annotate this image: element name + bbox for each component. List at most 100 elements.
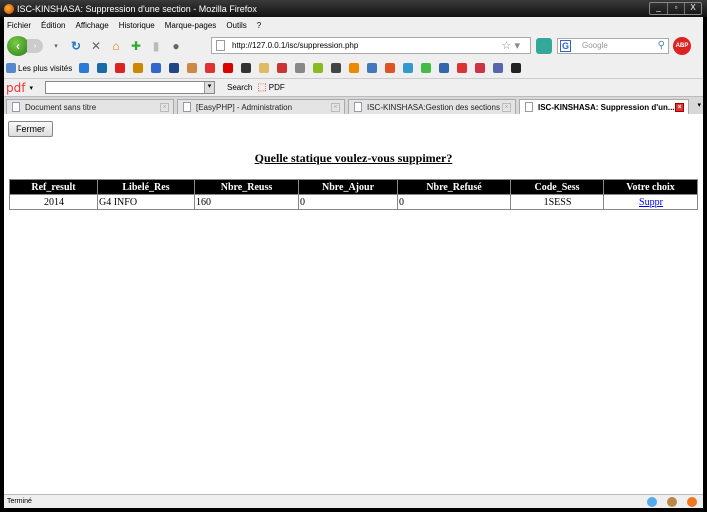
bookmark-icon[interactable]	[169, 63, 180, 73]
menu-outils[interactable]: Outils	[226, 21, 246, 30]
bookmark-icon[interactable]	[295, 63, 306, 73]
maximize-button[interactable]: ▫	[667, 3, 684, 14]
history-dropdown-icon[interactable]: ▾	[49, 42, 63, 50]
bookmark-icon[interactable]	[151, 63, 162, 73]
pdf-dropdown-icon[interactable]: ▾	[29, 84, 33, 92]
fermer-button[interactable]: Fermer	[8, 121, 53, 137]
bookmark-icon[interactable]	[115, 63, 126, 73]
cell-nbre-ajour: 0	[298, 194, 398, 210]
close-tab-icon[interactable]: ×	[502, 103, 511, 112]
new-bookmark-icon[interactable]: ✚	[129, 39, 143, 53]
header-nbre-refuse: Nbre_Refusé	[397, 179, 511, 195]
bookmark-icon[interactable]	[277, 63, 288, 73]
bookmark-icon[interactable]	[349, 63, 360, 73]
search-input[interactable]: G Google ⚲	[557, 38, 669, 54]
menu-marque-pages[interactable]: Marque-pages	[165, 21, 217, 30]
title-bar: ISC-KINSHASA: Suppression d'une section …	[0, 0, 707, 17]
addon-icon[interactable]: ●	[169, 39, 183, 53]
bookmark-icon[interactable]	[241, 63, 252, 73]
search-magnifier-icon[interactable]: ⚲	[658, 39, 665, 53]
pdf-logo: pdf	[6, 80, 26, 95]
bookmark-icon[interactable]	[421, 63, 432, 73]
menu-fichier[interactable]: Fichier	[7, 21, 31, 30]
table-row: 2014 G4 INFO 160 0 0 1SESS Suppr	[9, 194, 698, 210]
sync-icon[interactable]	[647, 497, 657, 507]
tab-label: ISC-KINSHASA: Suppression d'un...	[538, 103, 675, 112]
tab-list-icon[interactable]: ▾	[697, 101, 701, 109]
tab-suppression[interactable]: ISC-KINSHASA: Suppression d'un... ×	[519, 99, 689, 115]
suppr-link[interactable]: Suppr	[639, 197, 663, 208]
stats-icon[interactable]: ▮	[149, 39, 163, 53]
menu-help[interactable]: ?	[257, 21, 261, 30]
pdf-button[interactable]: PDF	[269, 83, 285, 92]
close-tab-icon[interactable]: ×	[675, 103, 684, 112]
minimize-button[interactable]: _	[650, 3, 667, 14]
bookmark-icon[interactable]	[205, 63, 216, 73]
close-tab-icon[interactable]: ×	[160, 103, 169, 112]
tab-bar: Document sans titre × [EasyPHP] - Adminis…	[4, 96, 703, 115]
cell-nbre-refuse: 0	[397, 194, 511, 210]
bookmarks-toolbar: Les plus visités	[4, 58, 522, 78]
menu-affichage[interactable]: Affichage	[75, 21, 108, 30]
window-controls: _ ▫ X	[649, 2, 702, 15]
bookmark-icon[interactable]	[511, 63, 522, 73]
bookmark-icon[interactable]	[475, 63, 486, 73]
search-placeholder: Google	[582, 41, 608, 50]
close-window-button[interactable]: X	[684, 3, 701, 14]
bookmark-icon[interactable]	[259, 63, 270, 73]
bookmark-icon[interactable]	[313, 63, 324, 73]
page-icon	[12, 102, 20, 112]
bookmark-star-icon[interactable]: ☆ ▾	[502, 39, 520, 52]
stop-icon[interactable]: ✕	[89, 39, 103, 53]
bookmark-icon[interactable]	[133, 63, 144, 73]
forward-button[interactable]: ›	[27, 38, 43, 53]
bookmark-icons	[79, 63, 522, 73]
folder-icon	[6, 63, 16, 73]
page-content: Fermer Quelle statique voulez-vous suppi…	[4, 114, 703, 494]
pdf-search-input[interactable]: ▾	[44, 81, 215, 94]
menu-edition[interactable]: Édition	[41, 21, 65, 30]
firefox-status-icon[interactable]	[687, 497, 697, 507]
pdf-search-button[interactable]: Search	[227, 83, 252, 92]
bookmark-icon[interactable]	[457, 63, 468, 73]
reload-icon[interactable]: ↻	[69, 39, 83, 53]
window-title: ISC-KINSHASA: Suppression d'une section …	[17, 3, 257, 14]
tab-document-sans-titre[interactable]: Document sans titre ×	[6, 99, 174, 115]
header-nbre-ajour: Nbre_Ajour	[298, 179, 398, 195]
cell-libele-res: G4 INFO	[97, 194, 195, 210]
bookmark-icon[interactable]	[385, 63, 396, 73]
header-libele-res: Libelé_Res	[97, 179, 195, 195]
header-code-sess: Code_Sess	[510, 179, 604, 195]
table-header-row: Ref_result Libelé_Res Nbre_Reuss Nbre_Aj…	[9, 179, 698, 195]
bookmark-icon[interactable]	[223, 63, 234, 73]
url-text: http://127.0.0.1/isc/suppression.php	[232, 41, 359, 50]
bookmark-icon[interactable]	[97, 63, 108, 73]
menu-bar: Fichier Édition Affichage Historique Mar…	[4, 17, 703, 33]
ie-tab-icon[interactable]	[536, 38, 552, 54]
firefox-icon	[4, 3, 14, 14]
chevron-down-icon[interactable]: ▾	[203, 82, 214, 93]
bookmark-icon[interactable]	[367, 63, 378, 73]
bookmark-icon[interactable]	[331, 63, 342, 73]
bookmark-icon[interactable]	[187, 63, 198, 73]
google-icon[interactable]: G	[560, 40, 571, 52]
header-votre-choix: Votre choix	[603, 179, 698, 195]
close-tab-icon[interactable]: ×	[331, 103, 340, 112]
tab-easyphp[interactable]: [EasyPHP] - Administration ×	[177, 99, 345, 115]
bookmark-icon[interactable]	[439, 63, 450, 73]
pdf-icon: ⬚	[257, 82, 267, 93]
bookmark-most-visited[interactable]: Les plus visités	[18, 64, 72, 73]
adblock-plus-button[interactable]: ABP	[673, 37, 691, 55]
tab-label: [EasyPHP] - Administration	[196, 103, 293, 112]
bookmark-icon[interactable]	[493, 63, 504, 73]
menu-historique[interactable]: Historique	[119, 21, 155, 30]
back-button[interactable]: ‹	[7, 35, 29, 56]
bookmark-icon[interactable]	[403, 63, 414, 73]
monkey-icon[interactable]	[667, 497, 677, 507]
tab-gestion-sections[interactable]: ISC-KINSHASA:Gestion des sections ×	[348, 99, 516, 115]
bookmark-icon[interactable]	[79, 63, 90, 73]
page-heading: Quelle statique voulez-vous suppimer?	[254, 151, 453, 165]
url-bar[interactable]: http://127.0.0.1/isc/suppression.php ☆ ▾	[211, 37, 531, 54]
cell-votre-choix: Suppr	[603, 194, 698, 210]
home-icon[interactable]: ⌂	[109, 39, 123, 53]
